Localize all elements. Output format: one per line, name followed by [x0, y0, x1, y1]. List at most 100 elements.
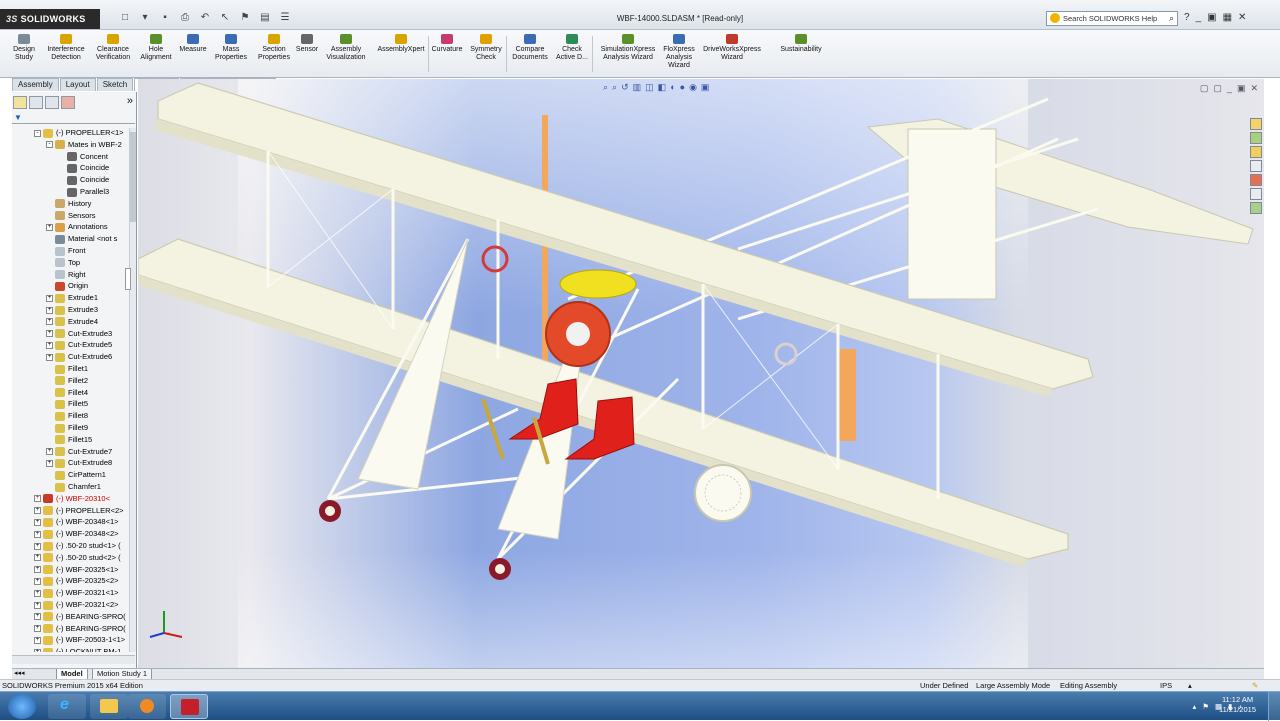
expand-icon[interactable]: +	[46, 353, 53, 361]
tree-item[interactable]: + (-) .50-20 stud<2> (	[34, 552, 121, 564]
hide-show-icon[interactable]: ◐	[670, 82, 675, 93]
expand-icon[interactable]: +	[34, 613, 41, 621]
clearance-button[interactable]: Clearance Verification	[93, 34, 133, 62]
compare-documents-button[interactable]: Compare Documents	[510, 34, 550, 62]
symmetry-check-button[interactable]: Symmetry Check	[469, 34, 503, 62]
solidworks-taskbar-icon[interactable]	[170, 694, 208, 719]
display-style-icon[interactable]: ◧	[658, 82, 667, 93]
graphics-viewport[interactable]: ⌕ ⌕ ↺ ▥ ◫ ◧ ◐ ● ◉ ▣ ▢ ▢ _ ▣ ✕	[138, 79, 1264, 668]
tree-item[interactable]: Top	[46, 257, 80, 269]
expand-icon[interactable]: +	[34, 589, 41, 597]
expand-icon[interactable]: +	[46, 459, 53, 467]
edit-appearance-icon[interactable]: ●	[680, 82, 685, 93]
tree-item[interactable]: + (-) WBF-20310<	[34, 493, 110, 505]
tab-assembly[interactable]: Assembly	[12, 78, 59, 91]
rebuild-icon[interactable]: ⚑	[238, 12, 252, 24]
airplane-model[interactable]	[138, 79, 1264, 668]
tree-item[interactable]: Right	[46, 269, 86, 281]
tile-icon[interactable]: ▦	[1223, 12, 1232, 23]
media-player-icon[interactable]	[128, 694, 166, 719]
tree-item[interactable]: Fillet8	[46, 410, 88, 422]
assemblyxpert-button[interactable]: AssemblyXpert	[376, 34, 426, 54]
help-search-input[interactable]: Search SOLIDWORKS Help ⌕	[1046, 11, 1178, 26]
tree-item[interactable]: + (-) WBF-20325<1>	[34, 564, 119, 576]
floxpress-button[interactable]: FloXpress Analysis Wizard	[662, 34, 696, 70]
units-menu-icon[interactable]: ▴	[1188, 680, 1192, 691]
tree-item[interactable]: + (-) WBF-20503-1<1>	[34, 634, 125, 646]
tab-sketch[interactable]: Sketch	[96, 78, 134, 91]
tray-expand-icon[interactable]: ▴	[1193, 702, 1197, 711]
hole-alignment-button[interactable]: Hole Alignment	[138, 34, 174, 62]
tree-item[interactable]: Fillet15	[46, 434, 92, 446]
tree-item[interactable]: + (-) LOCKNUT BM-1	[34, 646, 121, 652]
expand-icon[interactable]: +	[34, 625, 41, 633]
expand-icon[interactable]: +	[46, 330, 53, 338]
expand-icon[interactable]: +	[34, 636, 41, 644]
tree-item[interactable]: History	[46, 198, 91, 210]
help-menu-icon[interactable]: ?	[1184, 12, 1190, 23]
tree-item[interactable]: Fillet4	[46, 387, 88, 399]
tree-vertical-scrollbar[interactable]	[129, 128, 136, 652]
expand-icon[interactable]: +	[34, 530, 41, 538]
section-view-icon[interactable]: ▥	[633, 82, 642, 93]
select-icon[interactable]: ↖	[218, 12, 232, 24]
solidworks-forum-icon[interactable]	[1250, 202, 1262, 214]
panel-resize-grip[interactable]	[125, 268, 131, 290]
file-explorer-icon[interactable]	[1250, 146, 1262, 158]
measure-button[interactable]: Measure	[178, 34, 208, 54]
mass-properties-button[interactable]: Mass Properties	[214, 34, 248, 62]
property-manager-tab-icon[interactable]	[29, 96, 43, 109]
tree-item[interactable]: Coincide	[58, 174, 109, 186]
solidworks-logo[interactable]: 3S SOLIDWORKS	[0, 9, 100, 29]
internet-explorer-icon[interactable]: e	[48, 694, 86, 719]
configuration-manager-tab-icon[interactable]	[45, 96, 59, 109]
apply-scene-icon[interactable]: ◉	[689, 82, 697, 93]
tree-item[interactable]: + Extrude3	[46, 304, 98, 316]
restore-icon[interactable]: ▣	[1207, 12, 1216, 23]
driveworksxpress-button[interactable]: DriveWorksXpress Wizard	[702, 34, 762, 62]
expand-icon[interactable]: +	[34, 648, 41, 652]
action-center-icon[interactable]: ⚑	[1202, 702, 1209, 711]
view-orientation-icon[interactable]: ◫	[645, 82, 654, 93]
expand-icon[interactable]: +	[46, 341, 53, 349]
tree-item[interactable]: + Cut-Extrude5	[46, 339, 112, 351]
solidworks-resources-icon[interactable]	[1250, 118, 1262, 130]
show-desktop-button[interactable]	[1268, 692, 1280, 721]
file-properties-icon[interactable]: ▤	[258, 12, 272, 24]
collapse-icon[interactable]: -	[34, 129, 41, 137]
zoom-to-fit-icon[interactable]: ⌕	[603, 82, 608, 93]
scroll-left-icon[interactable]: ◂◂◂	[14, 669, 25, 677]
tree-item[interactable]: - (-) PROPELLER<1>	[34, 127, 124, 139]
view-settings-icon[interactable]: ▣	[701, 82, 710, 93]
expand-icon[interactable]: +	[46, 448, 53, 456]
tree-item[interactable]: + (-) BEARING-SPRO(	[34, 611, 126, 623]
viewport-tile-icon[interactable]: ▢	[1200, 83, 1209, 94]
tree-item[interactable]: + Annotations	[46, 221, 108, 233]
expand-icon[interactable]: +	[46, 294, 53, 302]
viewport-split-icon[interactable]: ▢	[1213, 83, 1222, 94]
tree-item[interactable]: + (-) PROPELLER<2>	[34, 505, 124, 517]
tree-item[interactable]: Fillet9	[46, 422, 88, 434]
undo-icon[interactable]: ↶	[198, 12, 212, 24]
expand-icon[interactable]: +	[34, 601, 41, 609]
expand-icon[interactable]: +	[34, 507, 41, 515]
display-manager-tab-icon[interactable]	[61, 96, 75, 109]
tree-item[interactable]: Material <not s	[46, 233, 117, 245]
tree-item[interactable]: + (-) WBF-20321<2>	[34, 599, 119, 611]
tree-item[interactable]: Parallel3	[58, 186, 109, 198]
expand-icon[interactable]: +	[34, 495, 41, 503]
collapse-icon[interactable]: -	[46, 141, 53, 149]
open-file-icon[interactable]: ▾	[138, 12, 152, 24]
custom-properties-icon[interactable]	[1250, 188, 1262, 200]
print-icon[interactable]: ⎙	[178, 12, 192, 24]
expand-icon[interactable]: +	[46, 223, 53, 231]
file-explorer-taskbar-icon[interactable]	[90, 694, 128, 719]
viewport-minimize-icon[interactable]: _	[1227, 83, 1232, 94]
expand-icon[interactable]: +	[46, 306, 53, 314]
close-icon[interactable]: ✕	[1238, 12, 1246, 23]
viewport-restore-icon[interactable]: ▣	[1237, 83, 1246, 94]
minimize-icon[interactable]: _	[1196, 12, 1202, 23]
tree-item[interactable]: + (-) WBF-20348<1>	[34, 516, 119, 528]
expand-icon[interactable]: +	[46, 318, 53, 326]
filter-icon[interactable]: ▼	[14, 113, 22, 122]
